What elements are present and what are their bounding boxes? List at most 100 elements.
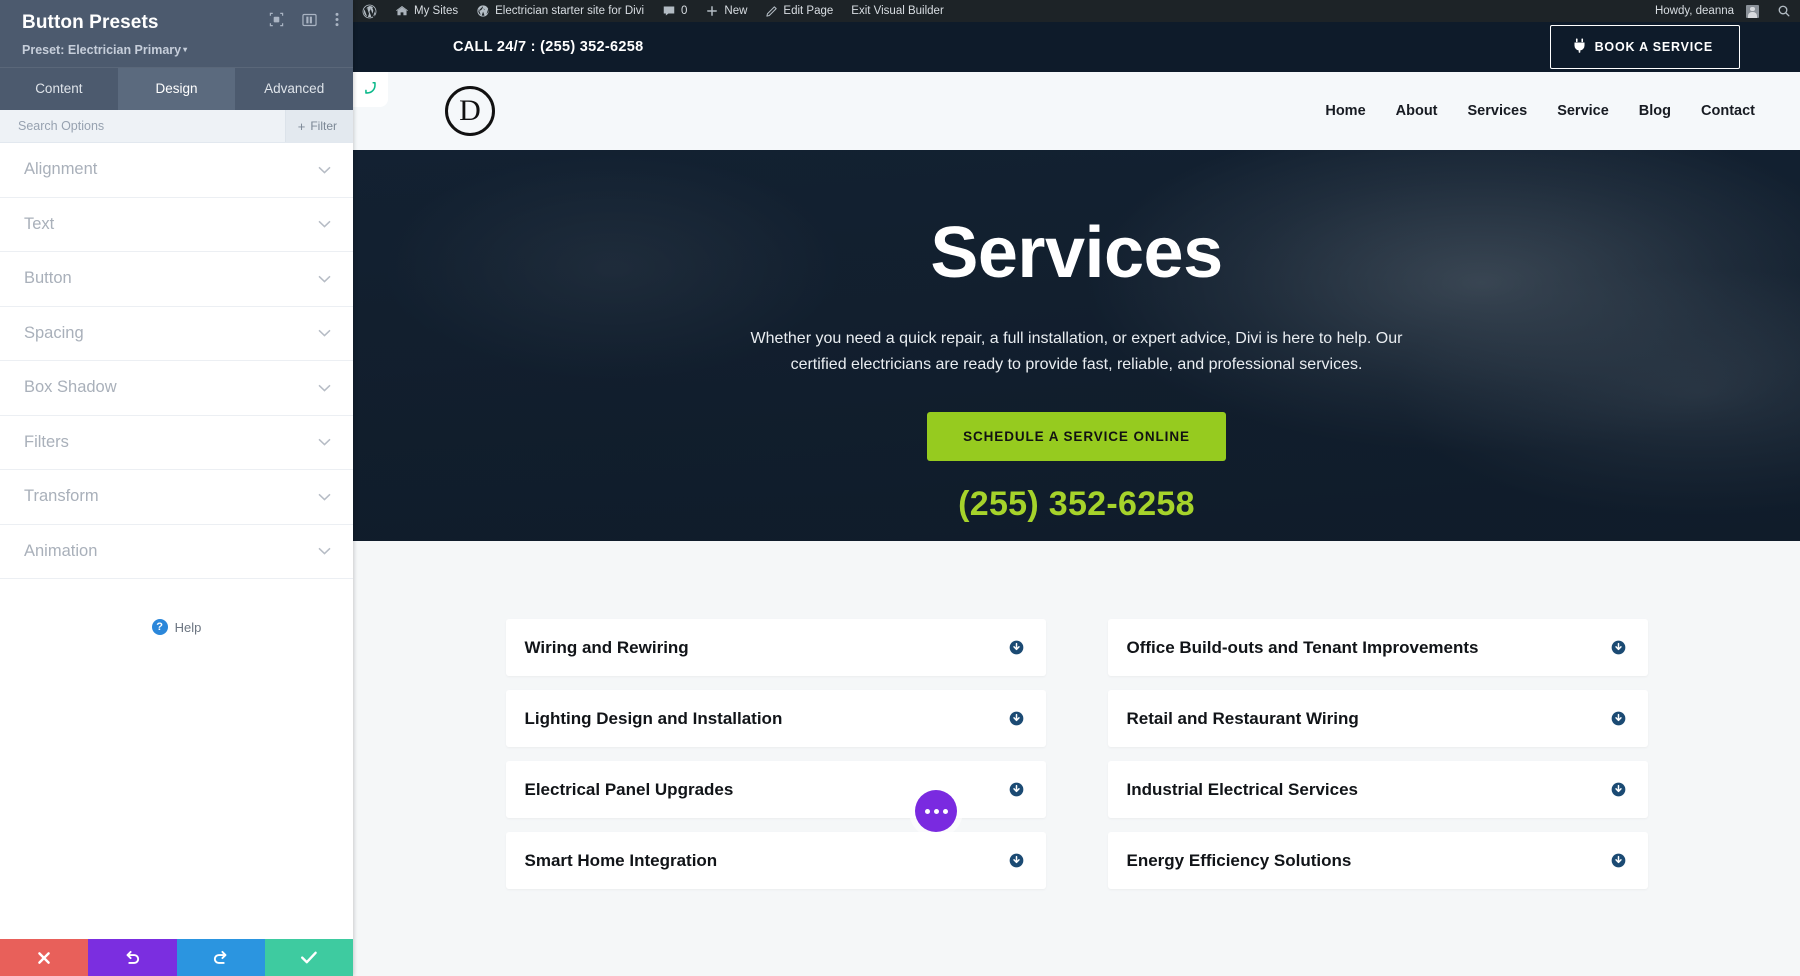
toggle-title: Energy Efficiency Solutions: [1126, 850, 1352, 870]
section-animation[interactable]: Animation: [0, 524, 353, 579]
site-header: D Home About Services Service Blog Conta…: [353, 72, 1800, 150]
comments-count: 0: [681, 5, 688, 17]
section-button[interactable]: Button: [0, 252, 353, 307]
section-label: Alignment: [24, 160, 98, 179]
toggle-item[interactable]: Retail and Restaurant Wiring: [1107, 690, 1648, 747]
chevron-down-icon: [318, 275, 331, 283]
nav-item-home[interactable]: Home: [1325, 103, 1365, 119]
howdy-label: Howdy, deanna: [1654, 5, 1734, 17]
ellipsis-dot: [924, 808, 930, 814]
nav-item-about[interactable]: About: [1396, 103, 1438, 119]
settings-panel-header: Button Presets Preset: Electrician Prima…: [0, 0, 353, 67]
edit-page-button[interactable]: Edit Page: [756, 0, 842, 22]
section-label: Filters: [24, 432, 69, 451]
my-sites-label: My Sites: [414, 5, 459, 17]
primary-navigation: Home About Services Service Blog Contact: [1325, 103, 1755, 119]
toggle-item[interactable]: Office Build-outs and Tenant Improvement…: [1107, 619, 1648, 676]
help-label: Help: [174, 619, 202, 635]
section-label: Transform: [24, 487, 99, 506]
hero-subtitle: Whether you need a quick repair, a full …: [750, 329, 1403, 373]
toggle-item[interactable]: Wiring and Rewiring: [505, 619, 1046, 676]
toggle-title: Retail and Restaurant Wiring: [1126, 708, 1359, 728]
checkmark-icon: [300, 950, 318, 965]
help-link[interactable]: ? Help: [0, 619, 353, 635]
ellipsis-dot: [933, 808, 939, 814]
schedule-service-button[interactable]: SCHEDULE A SERVICE ONLINE: [927, 412, 1226, 462]
wordpress-admin-bar: My Sites Electrician starter site for Di…: [353, 0, 1800, 22]
site-name-label: Electrician starter site for Divi: [495, 5, 644, 17]
visual-builder-canvas: CALL 24/7 : (255) 352-6258 BOOK A SERVIC…: [353, 22, 1800, 976]
save-button[interactable]: [264, 939, 353, 976]
design-sections-list: Alignment Text Button Spacing Box Shadow…: [0, 143, 353, 579]
tab-design[interactable]: Design: [117, 68, 236, 110]
toggle-item[interactable]: Energy Efficiency Solutions: [1107, 832, 1648, 889]
section-label: Button: [24, 269, 72, 288]
undo-button[interactable]: [88, 939, 177, 976]
wordpress-logo-icon: [362, 4, 377, 19]
comment-bubble-icon: [662, 4, 676, 18]
builder-options-fab[interactable]: [915, 790, 957, 832]
section-label: Animation: [24, 541, 98, 560]
site-logo[interactable]: D: [445, 86, 495, 136]
nav-item-service[interactable]: Service: [1557, 103, 1609, 119]
circle-down-arrow-icon: [1611, 640, 1626, 655]
chevron-down-icon: ▾: [183, 45, 188, 54]
chevron-down-icon: [318, 166, 331, 174]
section-alignment[interactable]: Alignment: [0, 143, 353, 198]
toggle-column-left: Wiring and Rewiring Lighting Design and …: [505, 619, 1046, 889]
section-label: Text: [24, 214, 55, 233]
new-content-menu[interactable]: New: [696, 0, 756, 22]
nav-item-services[interactable]: Services: [1468, 103, 1528, 119]
toggle-item[interactable]: Industrial Electrical Services: [1107, 761, 1648, 818]
site-name-menu[interactable]: Electrician starter site for Divi: [467, 0, 653, 22]
section-transform[interactable]: Transform: [0, 470, 353, 525]
nav-item-contact[interactable]: Contact: [1701, 103, 1755, 119]
exit-visual-builder-label: Exit Visual Builder: [851, 5, 944, 17]
new-label: New: [724, 5, 748, 17]
plus-icon: +: [297, 118, 306, 134]
wp-logo-button[interactable]: [353, 0, 386, 22]
circle-down-arrow-icon: [1009, 853, 1024, 868]
chevron-down-icon: [318, 438, 331, 446]
section-spacing[interactable]: Spacing: [0, 306, 353, 361]
admin-bar-right: Howdy, deanna: [1646, 0, 1800, 22]
redo-arrow-icon: [212, 949, 229, 966]
redo-button[interactable]: [176, 939, 265, 976]
toggle-item[interactable]: Smart Home Integration: [505, 832, 1046, 889]
toggle-item[interactable]: Lighting Design and Installation: [505, 690, 1046, 747]
preset-selector[interactable]: Preset: Electrician Primary ▾: [22, 43, 337, 57]
account-menu[interactable]: Howdy, deanna: [1646, 0, 1768, 22]
edit-page-label: Edit Page: [783, 5, 834, 17]
section-filters[interactable]: Filters: [0, 415, 353, 470]
question-mark-icon: ?: [151, 619, 168, 635]
discard-button[interactable]: [0, 939, 89, 976]
book-a-service-button[interactable]: BOOK A SERVICE: [1549, 25, 1740, 69]
admin-search-button[interactable]: [1768, 0, 1800, 22]
hero-phone-number[interactable]: (255) 352-6258: [353, 485, 1800, 524]
search-input[interactable]: [0, 110, 285, 142]
my-sites-menu[interactable]: My Sites: [386, 0, 467, 22]
focus-target-icon[interactable]: [269, 12, 284, 27]
section-box-shadow[interactable]: Box Shadow: [0, 361, 353, 416]
comments-button[interactable]: 0: [653, 0, 696, 22]
plug-icon: [1573, 38, 1586, 56]
hero-title: Services: [930, 213, 1223, 293]
floating-phone-tab[interactable]: [353, 72, 388, 107]
chevron-down-icon: [318, 493, 331, 501]
vertical-dots-icon[interactable]: [335, 12, 339, 27]
toggle-item[interactable]: Electrical Panel Upgrades: [505, 761, 1046, 818]
toggle-column-right: Office Build-outs and Tenant Improvement…: [1107, 619, 1648, 889]
section-text[interactable]: Text: [0, 197, 353, 252]
toggle-title: Office Build-outs and Tenant Improvement…: [1126, 637, 1479, 657]
chevron-down-icon: [318, 547, 331, 555]
panel-layout-icon[interactable]: [302, 13, 317, 27]
tab-advanced[interactable]: Advanced: [235, 68, 353, 110]
nav-item-blog[interactable]: Blog: [1639, 103, 1671, 119]
tab-content[interactable]: Content: [0, 68, 118, 110]
circle-down-arrow-icon: [1611, 853, 1626, 868]
services-toggle-grid: Wiring and Rewiring Lighting Design and …: [353, 541, 1800, 889]
filter-button[interactable]: + Filter: [284, 110, 353, 142]
search-filter-row: + Filter: [0, 110, 353, 143]
exit-visual-builder-button[interactable]: Exit Visual Builder: [842, 0, 952, 22]
toggle-title: Wiring and Rewiring: [524, 637, 689, 657]
